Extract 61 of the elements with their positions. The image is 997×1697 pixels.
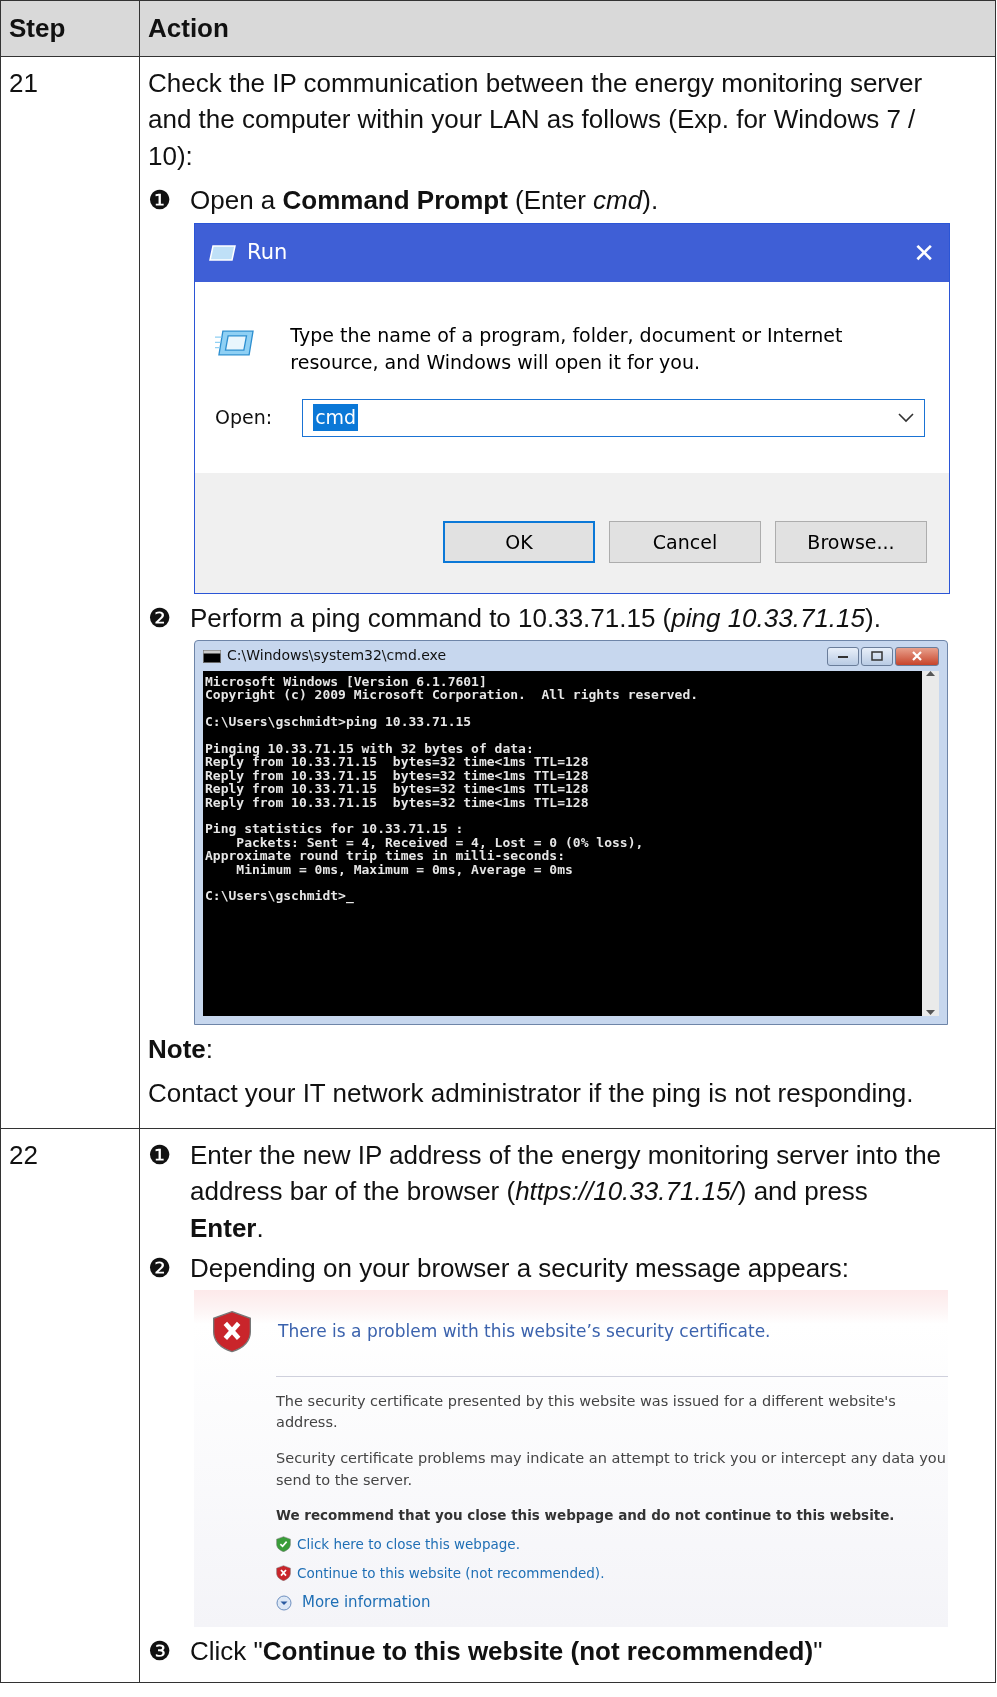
scrollbar[interactable] [922,671,939,1017]
page-link[interactable]: Continue to this website (not recommended). [297,1563,605,1583]
dialog-button[interactable]: OK [443,520,595,563]
page-heading: There is a problem with this website’s security certificate. [278,1320,771,1344]
expand-icon[interactable] [276,1594,292,1611]
step-cell-text: 21 [9,67,39,100]
window-title: C:\Windows\system32\cmd.exe [227,646,447,666]
step-number: ❶ [148,1138,172,1172]
check-shield-icon [276,1535,291,1553]
close-button[interactable]: ✕ [913,239,935,266]
instruction-text: Type the name of a program, folder, document or Internet resource, and Windows will open it for you. [290,322,844,376]
step-cell-text: 22 [9,1138,39,1172]
maximize-button[interactable] [861,646,893,666]
instruction-text: Depending on your browser a security message appears: [190,1252,850,1285]
console-line: C:\Users\gschmidt>ping 10.33.71.15 [205,715,473,729]
body-text: The security certificate presented by this website was issued for a different website's address. [276,1391,897,1433]
close-button[interactable] [895,646,939,666]
instruction-text: Open a Command Prompt (Enter cmd). [190,184,659,218]
minimize-button[interactable] [827,646,859,666]
window-title: Run [247,238,288,266]
console-line: Reply from 10.33.71.15 bytes=32 time<1ms TTL=128 [205,795,590,809]
dialog-button[interactable]: Cancel [609,520,761,563]
error-shield-icon [212,1310,252,1354]
more-info-link[interactable]: More information [302,1592,431,1614]
scroll-up-icon[interactable] [926,671,935,678]
console-line: Minimum = 0ms, Maximum = 0ms, Average = 0ms [236,862,574,876]
run-icon [209,243,237,262]
dialog-button[interactable]: Browse... [775,520,927,563]
warning-text: We recommend that you close this webpage and do not continue to this website. [276,1505,896,1525]
page-link[interactable]: Click here to close this webpage. [297,1534,520,1554]
maximize-icon [871,651,883,662]
instruction-text: Contact your IT network administrator if the ping is not responding. [148,1077,915,1111]
instruction-text: Check the IP communication between the energy monitoring server and the computer within your LAN as follows (Exp. for Windows 7 / 10): [148,67,924,173]
console-line: Reply from 10.33.71.15 bytes=32 time<1ms TTL=128 [205,755,590,769]
console-line: Pinging 10.33.71.15 with 32 bytes of data: [205,742,535,756]
step-number: ❷ [148,601,172,635]
scroll-down-icon[interactable] [926,1010,935,1017]
instruction-text: Perform a ping command to 10.33.71.15 (ping 10.33.71.15). [190,601,881,635]
body-text: Security certificate problems may indicate an attempt to trick you or intercept any data you send to the server. [276,1449,947,1490]
console-line: Microsoft Windows [Version 6.1.7601] [205,675,487,689]
column-header: Step [0,0,140,57]
column-header: Action [139,0,996,57]
step-number: ❶ [148,184,172,218]
close-icon [911,651,923,662]
instruction-text: Enter the new IP address of the energy monitoring server into the address bar of the browser (https://10.33.71.15/) and press Enter. [190,1138,943,1245]
minimize-icon [837,653,849,660]
caret-icon[interactable] [898,412,914,423]
console-line: Packets: Sent = 4, Received = 4, Lost = 0 (0% loss), [236,835,645,850]
note-label: Note: [148,1033,214,1067]
field-label: Open: [215,405,273,431]
console-line: C:\Users\gschmidt>_ [205,889,355,903]
step-number: ❸ [148,1635,172,1669]
console-line: Copyright (c) 2009 Microsoft Corporation. All rights reserved. [205,688,700,702]
open-field[interactable]: cmd [302,398,925,437]
step-number: ❷ [148,1252,172,1285]
console-line: Approximate round trip times in milli-seconds: [205,849,567,863]
console-icon [203,649,221,663]
instruction-text: Click "Continue to this website (not recommended)" [190,1635,823,1669]
error-shield-icon [276,1564,291,1582]
console-line: Ping statistics for 10.33.71.15 : [205,822,465,836]
console-line: Reply from 10.33.71.15 bytes=32 time<1ms TTL=128 [205,782,590,796]
